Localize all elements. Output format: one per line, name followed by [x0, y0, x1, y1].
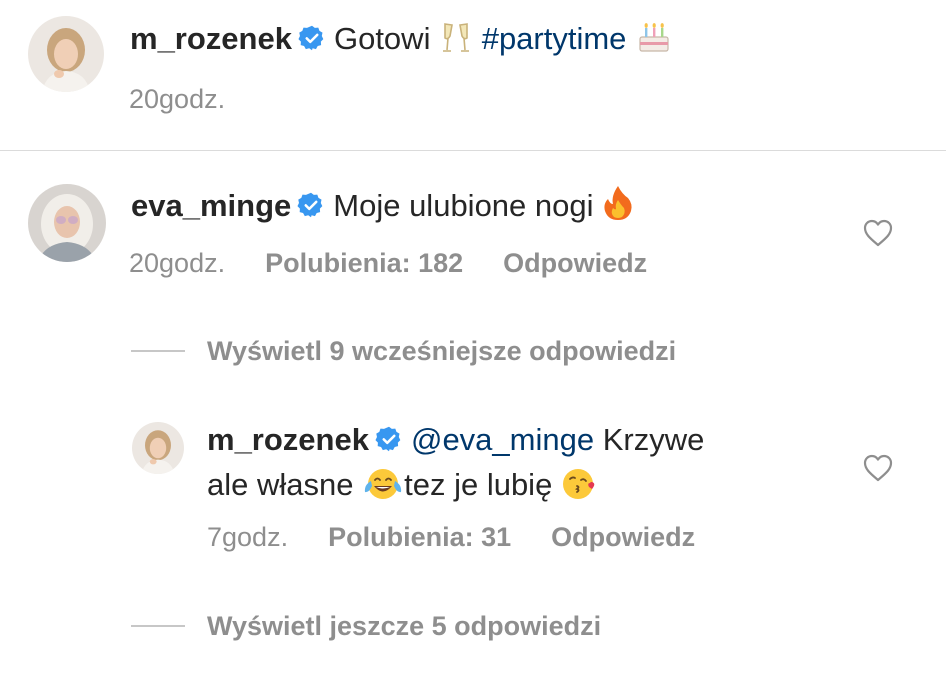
reply-body-line1: Krzywe [602, 422, 705, 457]
avatar-image [28, 16, 104, 92]
caption-username[interactable]: m_rozenek [130, 21, 292, 56]
caption-text: m_rozenek Gotowi #partytime [130, 16, 673, 68]
verified-badge-icon [297, 186, 325, 232]
divider-dash [131, 350, 185, 352]
birthday-cake-emoji [635, 19, 673, 68]
face-blowing-kiss-emoji [561, 467, 597, 512]
view-more-replies-button[interactable]: Wyświetl jeszcze 5 odpowiedzi [131, 609, 601, 643]
heart-outline-icon[interactable] [862, 453, 894, 488]
tears-of-joy-emoji [362, 467, 404, 512]
view-earlier-replies-label: Wyświetl 9 wcześniejsze odpowiedzi [207, 335, 677, 366]
caption-body: Gotowi [333, 21, 431, 56]
reply-body-line2b: tez je lubię [404, 467, 553, 502]
avatar-image [28, 184, 106, 262]
caption-row: m_rozenek Gotowi #partytime [28, 16, 673, 92]
verified-badge-icon [298, 19, 326, 65]
avatar-m-rozenek[interactable] [28, 16, 104, 92]
reply-text: m_rozenek @eva_minge Krzywe ale własne te… [207, 419, 704, 512]
view-more-replies-label: Wyświetl jeszcze 5 odpowiedzi [207, 610, 602, 641]
reply-time: 7godz. [207, 522, 289, 552]
comment-meta: 20godz. Polubienia: 182 Odpowiedz [129, 248, 647, 279]
reply-mention[interactable]: @eva_minge [411, 422, 594, 457]
clinking-glasses-emoji [439, 21, 473, 68]
comment-reply-button[interactable]: Odpowiedz [503, 248, 647, 279]
reply-likes-count[interactable]: Polubienia: 31 [328, 522, 511, 553]
avatar-eva-minge[interactable] [28, 184, 106, 262]
view-earlier-replies-button[interactable]: Wyświetl 9 wcześniejsze odpowiedzi [131, 334, 676, 368]
caption-hashtag[interactable]: #partytime [482, 21, 627, 56]
fire-emoji [602, 184, 634, 235]
reply-body-line2a: ale własne [207, 467, 354, 502]
comment-username[interactable]: eva_minge [131, 188, 291, 223]
comment-time: 20godz. [129, 248, 226, 278]
divider-dash [131, 625, 185, 627]
reply-meta: 7godz. Polubienia: 31 Odpowiedz [207, 522, 695, 553]
heart-outline-icon[interactable] [862, 218, 894, 253]
avatar-image [132, 422, 184, 474]
section-divider [0, 150, 946, 151]
comment-likes-count[interactable]: Polubienia: 182 [265, 248, 463, 279]
comment-text: eva_minge Moje ulubione nogi [131, 183, 634, 235]
caption-time: 20godz. [129, 84, 226, 114]
reply-row: m_rozenek @eva_minge Krzywe ale własne te… [132, 422, 704, 512]
avatar-m-rozenek-reply[interactable] [132, 422, 184, 474]
verified-badge-icon [375, 422, 403, 464]
reply-reply-button[interactable]: Odpowiedz [551, 522, 695, 553]
reply-username[interactable]: m_rozenek [207, 422, 369, 457]
comment-body: Moje ulubione nogi [333, 188, 594, 223]
caption-meta: 20godz. [129, 84, 225, 115]
